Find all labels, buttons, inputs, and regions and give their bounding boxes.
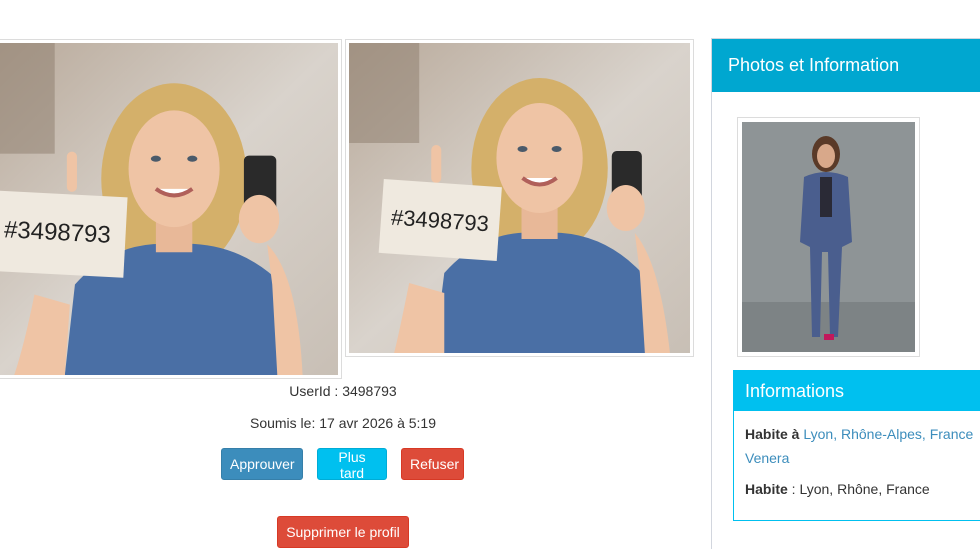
refuse-button[interactable]: Refuser (401, 448, 464, 480)
user-id-label: UserId : 3498793 (289, 383, 397, 399)
later-button[interactable]: Plus tard (317, 448, 387, 481)
habite-line: Habite : Lyon, Rhône, France (745, 481, 930, 497)
delete-profile-button[interactable]: Supprimer le profil (277, 516, 409, 548)
lives-in-line: Habite à Lyon, Rhône-Alpes, France (745, 426, 973, 442)
submitted-date-label: Soumis le: 17 avr 2026 à 5:19 (249, 415, 436, 431)
panel-title: Photos et Information (712, 39, 980, 92)
verification-photo-2[interactable]: #3498793 (345, 39, 694, 357)
venera-line: Venera (745, 450, 789, 466)
approve-button[interactable]: Approuver (221, 448, 303, 480)
sign-number-text: #3498793 (3, 216, 112, 249)
venera-link[interactable]: Venera (745, 450, 789, 466)
profile-photo-thumbnail[interactable] (737, 117, 920, 357)
lives-in-label: Habite à (745, 426, 800, 442)
habite-value: : Lyon, Rhône, France (787, 481, 930, 497)
selfie-image: #3498793 (349, 43, 690, 353)
lives-in-link[interactable]: Lyon, Rhône-Alpes, France (803, 426, 973, 442)
verification-photo-1[interactable]: #3498793 (0, 39, 342, 379)
informations-box: Informations Habite à Lyon, Rhône-Alpes,… (733, 370, 980, 521)
selfie-image: #3498793 (0, 43, 338, 375)
habite-label: Habite (745, 481, 788, 497)
informations-title: Informations (734, 371, 980, 411)
